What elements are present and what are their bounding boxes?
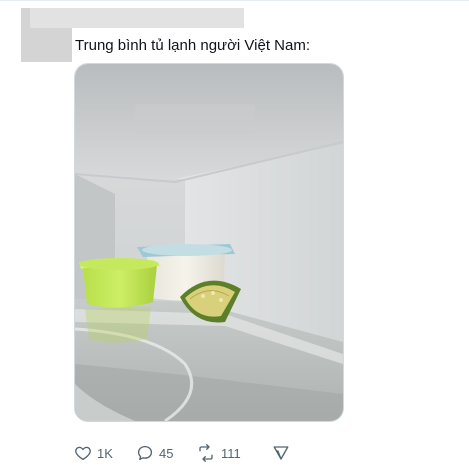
share-button[interactable] (272, 444, 290, 462)
divider (0, 0, 469, 1)
reply-count: 45 (159, 445, 174, 461)
post-card[interactable]: Trung bình tủ lạnh người Việt Nam: 1K 45… (0, 0, 469, 471)
reply-button[interactable]: 45 (136, 444, 196, 462)
share-icon (273, 446, 289, 460)
heart-icon (75, 446, 91, 461)
retweet-icon (199, 444, 213, 462)
action-bar: 1K 45 111 (74, 443, 290, 463)
reply-icon (137, 445, 153, 461)
like-count: 1K (97, 445, 113, 461)
post-image[interactable] (74, 63, 344, 422)
fridge-photo (75, 64, 343, 421)
retweet-button[interactable]: 111 (196, 444, 272, 462)
retweet-count: 111 (221, 445, 241, 461)
post-text: Trung bình tủ lạnh người Việt Nam: (75, 37, 311, 54)
author-name-redacted[interactable] (30, 8, 244, 28)
like-button[interactable]: 1K (74, 444, 136, 462)
